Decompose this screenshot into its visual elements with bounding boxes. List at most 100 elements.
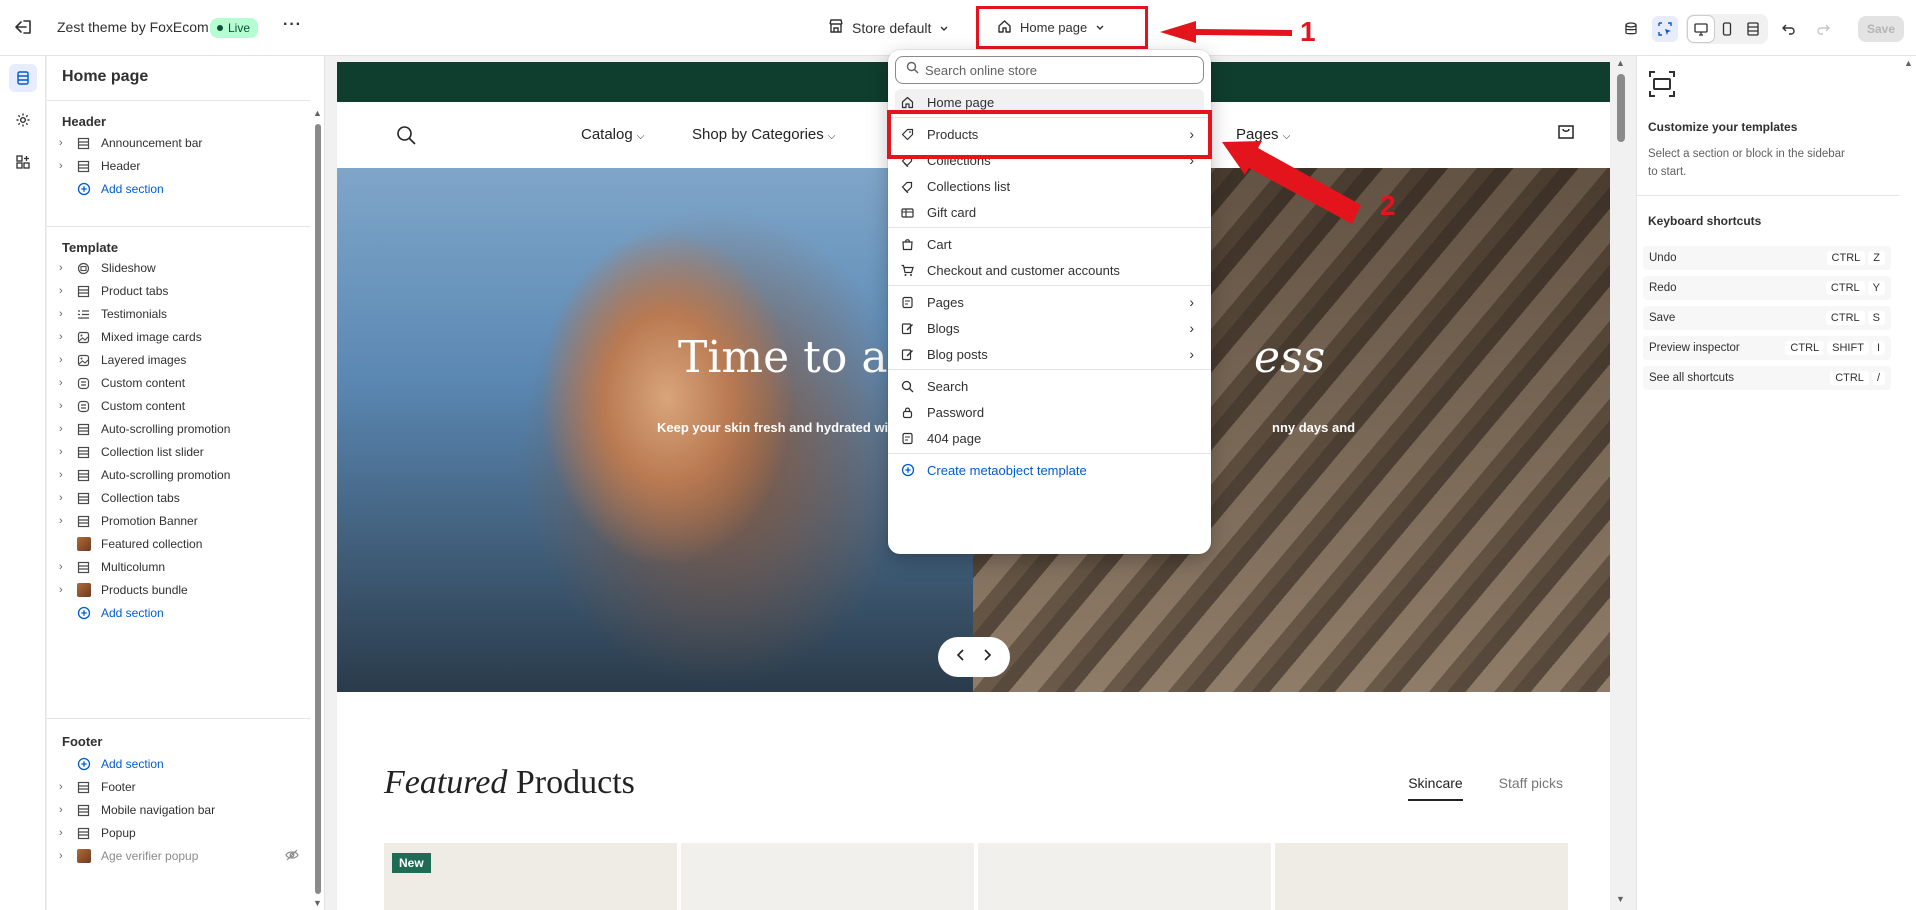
sidebar-item-mobile-navigation-bar[interactable]: › Mobile navigation bar bbox=[59, 799, 299, 821]
chevron-right-icon[interactable]: › bbox=[59, 262, 71, 274]
chevron-right-icon[interactable]: › bbox=[59, 285, 71, 297]
sidebar-item-products-bundle[interactable]: › Products bundle bbox=[59, 579, 299, 601]
nav-catalog[interactable]: Catalog ⌵ bbox=[581, 126, 644, 143]
sidebar-item-testimonials[interactable]: › Testimonials bbox=[59, 303, 299, 325]
inspector-icon[interactable] bbox=[1652, 16, 1678, 42]
chevron-right-icon[interactable]: › bbox=[59, 377, 71, 389]
page-selector[interactable]: Home page bbox=[976, 6, 1148, 49]
chevron-right-icon[interactable]: › bbox=[59, 827, 71, 839]
sidebar-item-age-verifier-popup[interactable]: › Age verifier popup bbox=[59, 845, 299, 867]
sidebar-scrollbar[interactable]: ▲ ▼ bbox=[312, 106, 322, 908]
chevron-right-icon[interactable]: › bbox=[59, 446, 71, 458]
shortcut-key: / bbox=[1871, 371, 1885, 385]
chevron-right-icon[interactable]: › bbox=[59, 804, 71, 816]
tab-skincare[interactable]: Skincare bbox=[1408, 775, 1463, 801]
template-option-search[interactable]: Search bbox=[895, 373, 1204, 399]
template-option-gift-card[interactable]: Gift card bbox=[895, 199, 1204, 225]
sidebar-item-collection-list-slider[interactable]: › Collection list slider bbox=[59, 441, 299, 463]
database-icon[interactable] bbox=[1618, 16, 1644, 42]
sidebar-item-custom-content[interactable]: › Custom content bbox=[59, 395, 299, 417]
chevron-right-icon[interactable]: › bbox=[59, 331, 71, 343]
desktop-icon[interactable] bbox=[1688, 16, 1714, 42]
chevron-right-icon[interactable]: › bbox=[59, 561, 71, 573]
exit-icon[interactable] bbox=[12, 16, 34, 38]
add-section-button[interactable]: Add section bbox=[59, 753, 299, 775]
template-option-pages[interactable]: Pages › bbox=[895, 289, 1204, 315]
sidebar-item-announcement-bar[interactable]: › Announcement bar bbox=[59, 132, 299, 154]
tab-staff-picks[interactable]: Staff picks bbox=[1499, 775, 1563, 801]
chevron-right-icon[interactable]: › bbox=[59, 469, 71, 481]
redo-icon[interactable] bbox=[1810, 16, 1836, 42]
sidebar-scroll-thumb[interactable] bbox=[315, 124, 321, 894]
next-slide-icon[interactable] bbox=[982, 648, 992, 666]
add-section-button[interactable]: Add section bbox=[59, 602, 299, 624]
chevron-right-icon[interactable]: › bbox=[59, 160, 71, 172]
sidebar-item-promotion-banner[interactable]: › Promotion Banner bbox=[59, 510, 299, 532]
cart-icon[interactable] bbox=[1556, 122, 1576, 147]
template-option-blog-posts[interactable]: Blog posts › bbox=[895, 341, 1204, 367]
fullscreen-icon[interactable] bbox=[1740, 16, 1766, 42]
chevron-right-icon[interactable]: › bbox=[59, 423, 71, 435]
template-option-password[interactable]: Password bbox=[895, 399, 1204, 425]
sidebar-item-multicolumn[interactable]: › Multicolumn bbox=[59, 556, 299, 578]
create-metaobject-template-button[interactable]: Create metaobject template bbox=[895, 457, 1204, 483]
sidebar-item-featured-collection[interactable]: Featured collection bbox=[59, 533, 299, 555]
prev-slide-icon[interactable] bbox=[956, 648, 966, 666]
nav-shop-by-categories[interactable]: Shop by Categories ⌵ bbox=[692, 126, 836, 143]
chevron-right-icon[interactable]: › bbox=[59, 850, 71, 862]
product-card[interactable] bbox=[681, 843, 974, 910]
chevron-right-icon[interactable]: › bbox=[59, 137, 71, 149]
shortcut-key: Y bbox=[1867, 281, 1885, 295]
sidebar-item-popup[interactable]: › Popup bbox=[59, 822, 299, 844]
template-option-blogs[interactable]: Blogs › bbox=[895, 315, 1204, 341]
nav-pages[interactable]: Pages ⌵ bbox=[1236, 126, 1290, 143]
add-section-button[interactable]: Add section bbox=[59, 178, 299, 200]
scroll-up-icon[interactable]: ▲ bbox=[313, 108, 322, 118]
sidebar-item-product-tabs[interactable]: › Product tabs bbox=[59, 280, 299, 302]
apps-icon[interactable] bbox=[9, 148, 37, 176]
hidden-eye-icon[interactable] bbox=[285, 848, 299, 865]
sidebar-item-header[interactable]: › Header bbox=[59, 155, 299, 177]
chevron-right-icon[interactable]: › bbox=[59, 400, 71, 412]
product-card[interactable] bbox=[978, 843, 1271, 910]
scroll-up-icon[interactable]: ▲ bbox=[1616, 58, 1625, 68]
mobile-icon[interactable] bbox=[1714, 16, 1740, 42]
sidebar-item-mixed-image-cards[interactable]: › Mixed image cards bbox=[59, 326, 299, 348]
scroll-down-icon[interactable]: ▼ bbox=[1616, 894, 1625, 904]
template-option-label: 404 page bbox=[927, 430, 982, 446]
chevron-right-icon[interactable]: › bbox=[59, 492, 71, 504]
sections-icon[interactable] bbox=[9, 64, 37, 92]
product-card[interactable] bbox=[1275, 843, 1568, 910]
template-option-checkout-and-customer-accounts[interactable]: Checkout and customer accounts bbox=[895, 257, 1204, 283]
sidebar-item-layered-images[interactable]: › Layered images bbox=[59, 349, 299, 371]
chevron-right-icon[interactable]: › bbox=[59, 354, 71, 366]
preview-scroll-thumb[interactable] bbox=[1617, 74, 1625, 142]
store-selector[interactable]: Store default bbox=[828, 18, 949, 37]
sidebar-item-collection-tabs[interactable]: › Collection tabs bbox=[59, 487, 299, 509]
product-card[interactable]: New bbox=[384, 843, 677, 910]
save-button[interactable]: Save bbox=[1858, 16, 1904, 42]
sidebar-item-slideshow[interactable]: › Slideshow bbox=[59, 257, 299, 279]
template-option-collections-list[interactable]: Collections list bbox=[895, 173, 1204, 199]
chevron-right-icon[interactable]: › bbox=[59, 584, 71, 596]
sidebar-item-auto-scrolling-promotion[interactable]: › Auto-scrolling promotion bbox=[59, 418, 299, 440]
preview-scrollbar[interactable]: ▲ ▼ bbox=[1614, 56, 1628, 906]
sidebar-item-footer[interactable]: › Footer bbox=[59, 776, 299, 798]
shortcut-see-all-shortcuts[interactable]: See all shortcuts CTRL / bbox=[1643, 366, 1891, 390]
gear-icon[interactable] bbox=[9, 106, 37, 134]
scroll-up-icon[interactable]: ▲ bbox=[1904, 58, 1913, 68]
chevron-right-icon[interactable]: › bbox=[59, 308, 71, 320]
template-search[interactable] bbox=[895, 56, 1204, 84]
more-actions-button[interactable]: ··· bbox=[283, 16, 302, 34]
search-icon[interactable] bbox=[395, 124, 417, 151]
chevron-right-icon[interactable]: › bbox=[59, 515, 71, 527]
template-option-cart[interactable]: Cart bbox=[895, 231, 1204, 257]
scroll-down-icon[interactable]: ▼ bbox=[313, 898, 322, 908]
chevron-right-icon[interactable]: › bbox=[59, 781, 71, 793]
panel-scrollbar[interactable]: ▲ bbox=[1901, 56, 1915, 910]
undo-icon[interactable] bbox=[1776, 16, 1802, 42]
template-option-404-page[interactable]: 404 page bbox=[895, 425, 1204, 451]
template-search-input[interactable] bbox=[925, 62, 1185, 78]
sidebar-item-auto-scrolling-promotion[interactable]: › Auto-scrolling promotion bbox=[59, 464, 299, 486]
sidebar-item-custom-content[interactable]: › Custom content bbox=[59, 372, 299, 394]
